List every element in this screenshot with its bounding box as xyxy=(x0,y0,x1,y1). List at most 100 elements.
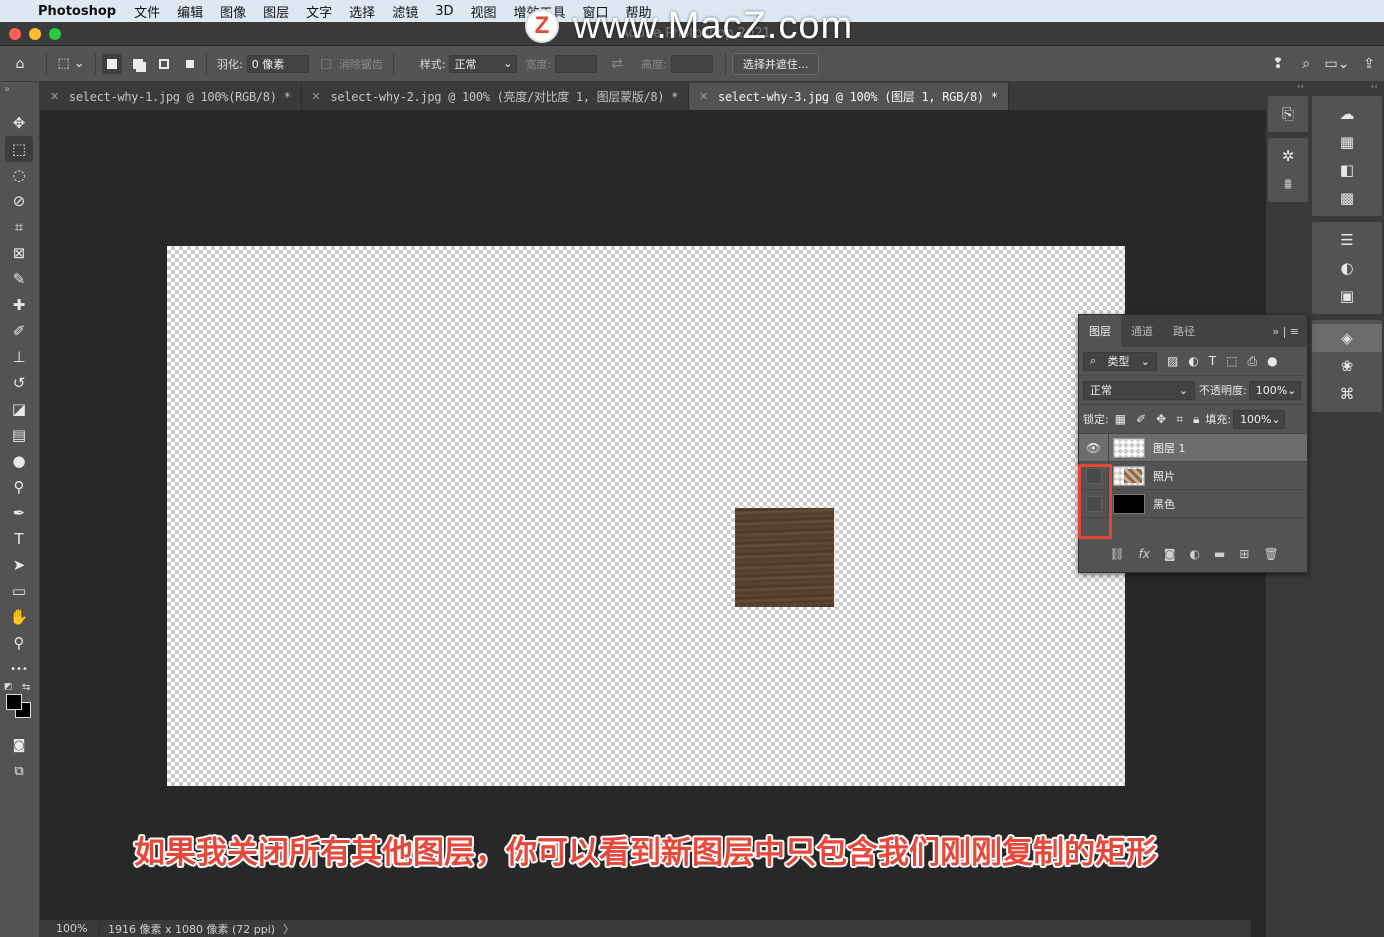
close-tab-icon[interactable]: ✕ xyxy=(699,90,708,103)
filter-shape-icon[interactable]: ⬚ xyxy=(1226,354,1237,368)
brush-tool-icon[interactable]: ✐ xyxy=(5,318,33,344)
brushes-panel-icon[interactable]: ⩩ xyxy=(1268,170,1308,198)
tool-preset-picker[interactable]: ⬚ ⌄ xyxy=(53,52,89,76)
wood-rectangle-layer[interactable] xyxy=(735,508,834,607)
filter-smart-object-icon[interactable]: ⎙ xyxy=(1248,354,1258,369)
menu-edit[interactable]: 编辑 xyxy=(177,2,203,21)
select-and-mask-button[interactable]: 选择并遮住... xyxy=(731,52,820,75)
workspace-icon[interactable]: ▭⌄ xyxy=(1320,52,1354,76)
gradients-panel-icon[interactable]: ◧ xyxy=(1312,156,1382,184)
filter-adjustment-icon[interactable]: ◐ xyxy=(1188,354,1198,368)
tab-document-3[interactable]: ✕ select-why-3.jpg @ 100% (图层 1, RGB/8) * xyxy=(689,83,1009,110)
filter-pixel-icon[interactable]: ▨ xyxy=(1167,354,1178,368)
libraries-panel-icon[interactable]: ▣ xyxy=(1312,282,1382,310)
patterns-panel-icon[interactable]: ▩ xyxy=(1312,184,1382,212)
lock-artboard-icon[interactable]: ⌗ xyxy=(1176,412,1183,427)
fill-input[interactable]: 100% ⌄ xyxy=(1233,409,1286,429)
layer-visibility-toggle[interactable]: 👁︎ xyxy=(1079,433,1109,462)
swatches-panel-icon[interactable]: ▦ xyxy=(1312,128,1382,156)
history-panel-icon[interactable]: ⎘ xyxy=(1268,100,1308,128)
eraser-tool-icon[interactable]: ◪ xyxy=(5,396,33,422)
window-minimize-button[interactable] xyxy=(29,28,41,40)
share-icon[interactable]: ⇪ xyxy=(1354,52,1384,76)
menu-help[interactable]: 帮助 xyxy=(626,2,652,21)
menu-window[interactable]: 窗口 xyxy=(583,2,609,21)
move-tool-icon[interactable]: ✥ xyxy=(5,110,33,136)
quick-mask-icon[interactable]: ◙ xyxy=(5,732,33,758)
share-feedback-icon[interactable]: ❢ xyxy=(1264,52,1292,76)
rectangle-tool-icon[interactable]: ▭ xyxy=(5,578,33,604)
type-tool-icon[interactable]: T xyxy=(5,526,33,552)
menu-plugins[interactable]: 增效工具 xyxy=(514,2,566,21)
close-tab-icon[interactable]: ✕ xyxy=(312,90,321,103)
document-info[interactable]: 1916 像素 x 1080 像素 (72 ppi) xyxy=(100,921,275,937)
lock-all-icon[interactable]: 🔒︎ xyxy=(1193,412,1199,427)
tab-channels[interactable]: 通道 xyxy=(1121,315,1163,347)
channels-panel-icon[interactable]: ❀ xyxy=(1312,352,1382,380)
layer-filter-select[interactable]: ⌕ 类型 ⌄ xyxy=(1083,351,1157,371)
layer-row[interactable]: 👁︎ 图层 1 xyxy=(1079,433,1307,462)
blend-mode-select[interactable]: 正常 ⌄ xyxy=(1083,380,1195,400)
height-input[interactable] xyxy=(670,54,713,73)
menu-view[interactable]: 视图 xyxy=(470,2,496,21)
marquee-tool-icon[interactable]: ⬚ xyxy=(5,136,33,162)
fx-icon[interactable]: fx xyxy=(1139,547,1150,561)
swap-colors-icon[interactable]: ⇆ xyxy=(22,682,30,693)
filter-type-icon[interactable]: T xyxy=(1209,354,1216,368)
close-tab-icon[interactable]: ✕ xyxy=(50,90,59,103)
zoom-tool-icon[interactable]: ⚲ xyxy=(5,630,33,656)
menu-file[interactable]: 文件 xyxy=(134,2,160,21)
crop-tool-icon[interactable]: ⌗ xyxy=(5,214,33,240)
history-brush-tool-icon[interactable]: ↺ xyxy=(5,370,33,396)
menu-3d[interactable]: 3D xyxy=(435,4,453,19)
paths-panel-icon[interactable]: ⌘ xyxy=(1312,380,1382,408)
menu-image[interactable]: 图像 xyxy=(220,2,246,21)
subtract-selection-icon[interactable] xyxy=(154,54,174,74)
style-select[interactable]: 正常 ⌄ xyxy=(449,54,518,73)
adjustments-panel-icon[interactable]: ◐ xyxy=(1312,254,1382,282)
dock-collapse-icon[interactable]: ‹‹ xyxy=(1310,82,1384,96)
healing-brush-tool-icon[interactable]: ✚ xyxy=(5,292,33,318)
brush-settings-icon[interactable]: ✲ xyxy=(1268,142,1308,170)
layer-visibility-toggle[interactable] xyxy=(1079,461,1109,490)
layer-visibility-toggle[interactable] xyxy=(1079,489,1109,518)
new-selection-icon[interactable] xyxy=(102,53,122,74)
layer-name[interactable]: 黑色 xyxy=(1153,496,1175,512)
screen-mode-icon[interactable]: ⧉ xyxy=(5,758,33,784)
menu-type[interactable]: 文字 xyxy=(306,2,332,21)
eyedropper-tool-icon[interactable]: ✎ xyxy=(5,266,33,292)
menu-select[interactable]: 选择 xyxy=(349,2,375,21)
layers-panel-icon[interactable]: ◈ xyxy=(1312,324,1382,352)
path-select-tool-icon[interactable]: ➤ xyxy=(5,552,33,578)
more-tools-icon[interactable]: ••• xyxy=(5,656,33,682)
color-panel-icon[interactable]: ☁ xyxy=(1312,100,1382,128)
gradient-tool-icon[interactable]: ▤ xyxy=(5,422,33,448)
menu-layer[interactable]: 图层 xyxy=(263,2,289,21)
status-arrow-icon[interactable]: 〉 xyxy=(283,921,294,937)
dock-collapse-icon[interactable]: ‹‹ xyxy=(1266,82,1310,96)
link-layers-icon[interactable]: ⛓ xyxy=(1109,547,1124,561)
zoom-level[interactable]: 100% xyxy=(40,922,100,935)
lasso-tool-icon[interactable]: ◌ xyxy=(5,162,33,188)
layer-row[interactable]: 黑色 xyxy=(1079,489,1307,518)
pen-tool-icon[interactable]: ✒ xyxy=(5,500,33,526)
width-input[interactable] xyxy=(555,54,598,73)
tab-paths[interactable]: 路径 xyxy=(1163,315,1205,347)
quick-select-tool-icon[interactable]: ⊘ xyxy=(5,188,33,214)
lock-position-icon[interactable]: ✥ xyxy=(1156,412,1166,426)
lock-transparent-icon[interactable]: ▦ xyxy=(1115,412,1126,426)
tools-collapse-icon[interactable]: » xyxy=(0,82,39,110)
frame-tool-icon[interactable]: ⊠ xyxy=(5,240,33,266)
tab-document-2[interactable]: ✕ select-why-2.jpg @ 100% (亮度/对比度 1, 图层蒙版… xyxy=(301,83,690,110)
antialias-checkbox[interactable] xyxy=(320,58,331,69)
blur-tool-icon[interactable]: ● xyxy=(5,448,33,474)
layer-name[interactable]: 图层 1 xyxy=(1153,440,1186,456)
layer-thumbnail[interactable] xyxy=(1113,437,1145,458)
opacity-input[interactable]: 100% ⌄ xyxy=(1248,380,1301,400)
menu-app-name[interactable]: Photoshop xyxy=(38,4,116,19)
add-selection-icon[interactable] xyxy=(128,54,148,74)
window-maximize-button[interactable] xyxy=(49,28,61,40)
search-icon[interactable]: ⌕ xyxy=(1292,52,1320,76)
lock-image-icon[interactable]: ✐ xyxy=(1136,412,1146,426)
hand-tool-icon[interactable]: ✋ xyxy=(5,604,33,630)
